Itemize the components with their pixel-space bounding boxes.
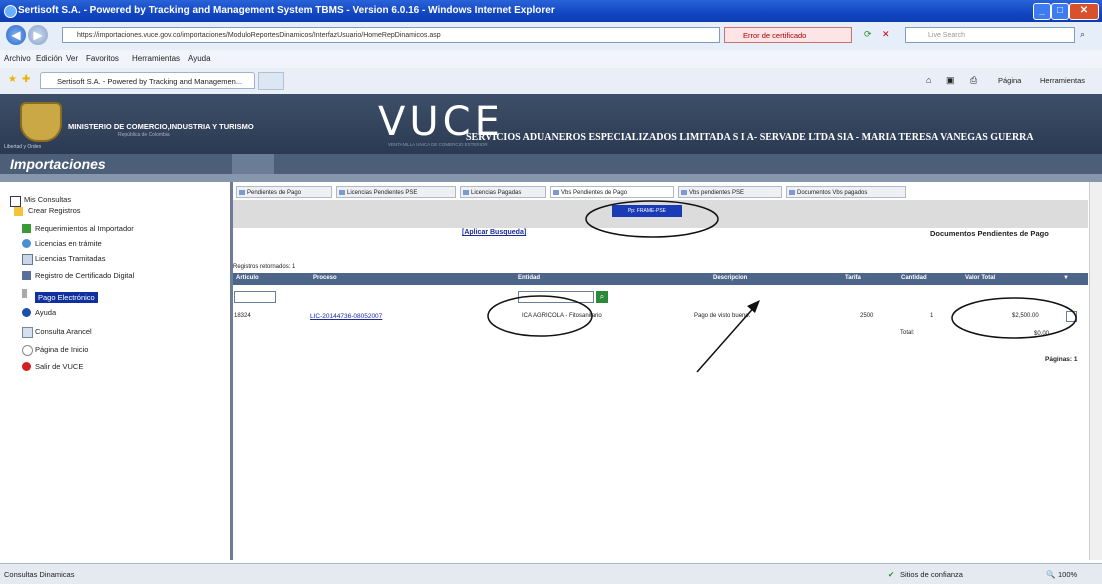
annotation-oval xyxy=(951,297,1077,339)
trusted-zone-label: Sitios de confianza xyxy=(900,570,963,579)
annotation-overlay xyxy=(487,200,1077,373)
annotation-arrowhead xyxy=(747,300,760,313)
zoom-level[interactable]: 100% xyxy=(1058,570,1077,579)
status-bar: Consultas Dinamicas ✔ Sitios de confianz… xyxy=(0,563,1102,584)
annotation-oval xyxy=(487,295,593,337)
status-text: Consultas Dinamicas xyxy=(4,570,75,579)
annotation-arrow xyxy=(696,303,758,373)
annotation-oval xyxy=(585,200,719,238)
zoom-icon: 🔍 xyxy=(1046,570,1056,579)
trusted-zone-icon: ✔ xyxy=(888,570,895,579)
